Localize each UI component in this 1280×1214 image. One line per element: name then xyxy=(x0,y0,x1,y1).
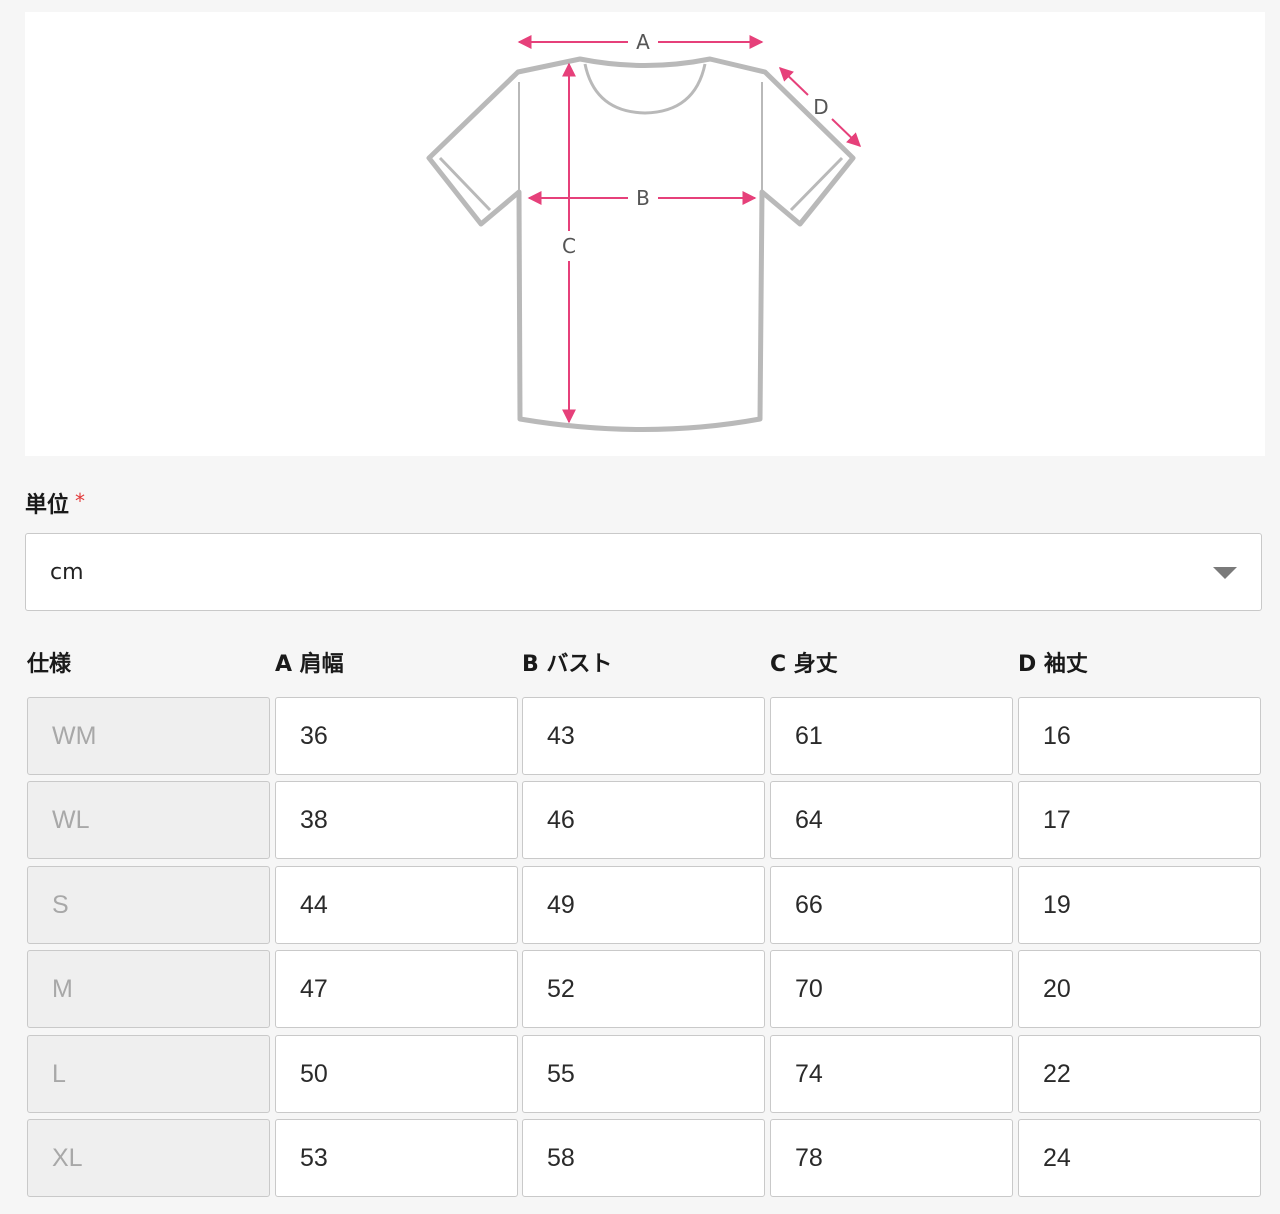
size-value-cell[interactable]: 24 xyxy=(1018,1119,1261,1197)
size-value-cell[interactable]: 70 xyxy=(770,950,1013,1028)
size-value-cell[interactable]: 19 xyxy=(1018,866,1261,944)
size-spec-cell: S xyxy=(27,866,270,944)
measurement-arrows xyxy=(517,35,862,424)
size-value-cell[interactable]: 78 xyxy=(770,1119,1013,1197)
size-value-cell[interactable]: 50 xyxy=(275,1035,518,1113)
size-value-cell[interactable]: 74 xyxy=(770,1035,1013,1113)
tshirt-size-diagram: A B C D xyxy=(25,12,1265,456)
size-value-cell[interactable]: 61 xyxy=(770,697,1013,775)
header-spec: 仕様 xyxy=(27,652,72,677)
size-value-cell[interactable]: 44 xyxy=(275,866,518,944)
unit-select[interactable]: cm xyxy=(25,533,1262,611)
size-value-cell[interactable]: 53 xyxy=(275,1119,518,1197)
unit-label-text: 単位 xyxy=(25,493,70,518)
header-sleeve-length: D 袖丈 xyxy=(1018,652,1088,677)
label-b: B xyxy=(636,186,650,210)
size-value-cell[interactable]: 22 xyxy=(1018,1035,1261,1113)
unit-label: 単位 * xyxy=(25,487,85,519)
required-mark: * xyxy=(75,489,86,513)
size-value-cell[interactable]: 20 xyxy=(1018,950,1261,1028)
size-value-cell[interactable]: 16 xyxy=(1018,697,1261,775)
label-c: C xyxy=(562,234,576,258)
size-spec-cell: M xyxy=(27,950,270,1028)
header-body-length: C 身丈 xyxy=(770,652,838,677)
label-d: D xyxy=(813,95,828,119)
header-bust: B バスト xyxy=(522,652,613,677)
unit-select-value: cm xyxy=(50,560,84,585)
size-spec-cell: WL xyxy=(27,781,270,859)
header-shoulder-width: A 肩幅 xyxy=(275,652,344,677)
size-value-cell[interactable]: 46 xyxy=(522,781,765,859)
chevron-down-icon xyxy=(1213,567,1237,579)
tshirt-outline xyxy=(426,56,856,432)
size-value-cell[interactable]: 47 xyxy=(275,950,518,1028)
size-value-cell[interactable]: 38 xyxy=(275,781,518,859)
tshirt-diagram-svg: A B C D xyxy=(426,30,862,432)
label-a: A xyxy=(636,30,650,54)
size-value-cell[interactable]: 66 xyxy=(770,866,1013,944)
size-value-cell[interactable]: 36 xyxy=(275,697,518,775)
size-value-cell[interactable]: 64 xyxy=(770,781,1013,859)
size-value-cell[interactable]: 58 xyxy=(522,1119,765,1197)
size-value-cell[interactable]: 49 xyxy=(522,866,765,944)
size-value-cell[interactable]: 17 xyxy=(1018,781,1261,859)
size-value-cell[interactable]: 43 xyxy=(522,697,765,775)
size-value-cell[interactable]: 52 xyxy=(522,950,765,1028)
size-spec-cell: XL xyxy=(27,1119,270,1197)
size-spec-cell: L xyxy=(27,1035,270,1113)
size-value-cell[interactable]: 55 xyxy=(522,1035,765,1113)
size-spec-cell: WM xyxy=(27,697,270,775)
